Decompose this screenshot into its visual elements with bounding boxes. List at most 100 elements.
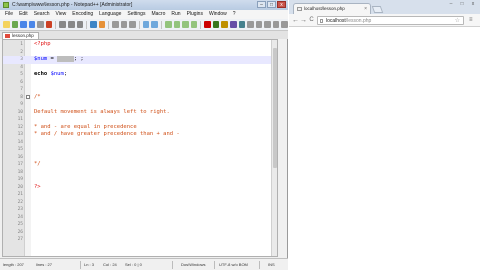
toolbar-button-icon[interactable] [28,21,36,28]
code-line[interactable]: 25 [3,221,277,229]
toolbar-button-icon[interactable] [182,21,189,28]
toolbar-button-icon[interactable] [190,21,198,28]
code-line[interactable]: 21 [3,191,277,199]
menu-item[interactable]: Edit [16,10,31,19]
toolbar-button-icon[interactable] [142,21,150,28]
toolbar-button-icon[interactable] [3,21,10,28]
toolbar-button-icon[interactable] [151,21,158,28]
toolbar-button-icon[interactable] [59,21,66,28]
back-arrow-icon[interactable]: ← [292,17,299,24]
toolbar-button-icon[interactable] [20,21,27,28]
line-number: 1 [20,42,23,47]
npp-statusbar: length : 207 lines : 27 Ln : 3 Col : 24 … [0,258,288,270]
maximize-button[interactable]: □ [457,1,467,7]
toolbar-button-icon[interactable] [90,21,97,28]
minimize-button[interactable]: – [257,1,266,8]
status-eol: Dos\Windows [181,262,206,267]
toolbar-button-icon[interactable] [204,21,211,28]
toolbar-button-icon[interactable] [37,21,44,28]
tab-close-icon[interactable]: × [364,4,367,14]
toolbar-button-icon[interactable] [229,21,237,28]
scrollbar-thumb[interactable] [273,48,277,168]
toolbar-button-icon[interactable] [255,21,263,28]
menu-item[interactable]: Settings [124,10,148,19]
toolbar-button-icon[interactable] [281,21,288,28]
code-line[interactable]: 19 [3,176,277,184]
code-line[interactable]: 16 [3,154,277,162]
toolbar-button-icon[interactable] [112,21,119,28]
code-line[interactable]: 11 [3,116,277,124]
close-button[interactable]: x [468,1,478,7]
code-line[interactable]: 14 [3,139,277,147]
toolbar-button-icon[interactable] [98,21,106,28]
npp-titlebar[interactable]: C:\wamp\www\lesson.php - Notepad++ [Admi… [0,0,288,10]
code-line[interactable]: 17 */ [3,161,277,169]
toolbar-button-icon[interactable] [67,21,75,28]
toolbar-button-icon[interactable] [247,21,254,28]
code-line[interactable]: 4 [3,64,277,72]
code-line[interactable]: 9 [3,101,277,109]
toolbar-button-icon[interactable] [272,21,280,28]
new-tab-button[interactable] [371,6,384,13]
code-line[interactable]: 27 [3,236,277,244]
line-number: 3 [20,57,23,62]
close-button[interactable]: x [277,1,286,8]
code-line[interactable]: 6 [3,79,277,87]
code-line[interactable]: 13 * and / have greater precedence than +… [3,131,277,139]
toolbar-button-icon[interactable] [238,21,246,28]
vertical-scrollbar[interactable] [271,40,277,256]
menu-item[interactable]: Run [168,10,183,19]
toolbar-button-icon[interactable] [164,21,172,28]
menu-item[interactable]: File [2,10,16,19]
wrench-menu-icon[interactable]: ≡ [469,17,477,24]
bookmark-star-icon[interactable]: ☆ [455,17,460,24]
menu-item[interactable]: ? [230,10,239,19]
code-editor[interactable]: 1 <?php 2 3 $num = ; ; 4 5 echo $num; 6 7 8/* 9 10 De… [2,39,278,257]
maximize-button[interactable]: □ [267,1,276,8]
toolbar-button-icon[interactable] [45,21,53,28]
code-line[interactable]: 8 /* [3,94,277,102]
menu-item[interactable]: View [53,10,70,19]
toolbar-button-icon[interactable] [120,21,128,28]
code-line[interactable]: 5 echo $num; [3,71,277,79]
code-line[interactable]: 7 [3,86,277,94]
toolbar-button-icon[interactable] [11,21,19,28]
code-line[interactable]: 2 [3,49,277,57]
line-number: 13 [17,132,23,137]
toolbar-button-icon[interactable] [264,21,271,28]
menu-item[interactable]: Plugins [184,10,206,19]
toolbar-button-icon[interactable] [76,21,84,28]
forward-arrow-icon[interactable]: → [300,17,307,24]
reload-icon[interactable]: C [308,17,315,24]
toolbar-button-icon[interactable] [212,21,220,28]
menu-item[interactable]: Search [31,10,53,19]
line-number: 10 [17,109,23,115]
menu-item[interactable]: Window [206,10,230,19]
minimize-button[interactable]: – [446,1,456,7]
line-number: 20 [17,184,23,190]
toolbar-button-icon[interactable] [221,21,228,28]
code-line[interactable]: 1 <?php [3,41,277,49]
code-line[interactable]: 24 [3,214,277,222]
menu-item[interactable]: Encoding [69,10,96,19]
code-line[interactable]: 18 [3,169,277,177]
toolbar-button-icon[interactable] [173,21,181,28]
line-number: 18 [17,169,23,175]
code-line[interactable]: 23 [3,206,277,214]
browser-tab[interactable]: localhost/lesson.php × [293,3,371,14]
tab-lesson-php[interactable]: lesson.php [2,32,39,39]
code-line[interactable]: 3 $num = ; ; [3,56,277,64]
chrome-window: localhost/lesson.php × – □ x ← → C local… [289,0,480,270]
menu-item[interactable]: Macro [148,10,168,19]
page-content [289,27,480,270]
fold-toggle-icon[interactable] [26,95,30,99]
address-bar[interactable]: localhost/lesson.php ☆ [317,16,464,25]
code-line[interactable]: 10 Default movement is always left to rig… [3,109,277,117]
code-line[interactable]: 26 [3,229,277,237]
code-line[interactable]: 20 ?> [3,184,277,192]
code-line[interactable]: 12 * and - are equal in precedence [3,124,277,132]
toolbar-button-icon[interactable] [129,21,136,28]
code-line[interactable]: 22 [3,199,277,207]
code-line[interactable]: 15 [3,146,277,154]
menu-item[interactable]: Language [96,10,124,19]
